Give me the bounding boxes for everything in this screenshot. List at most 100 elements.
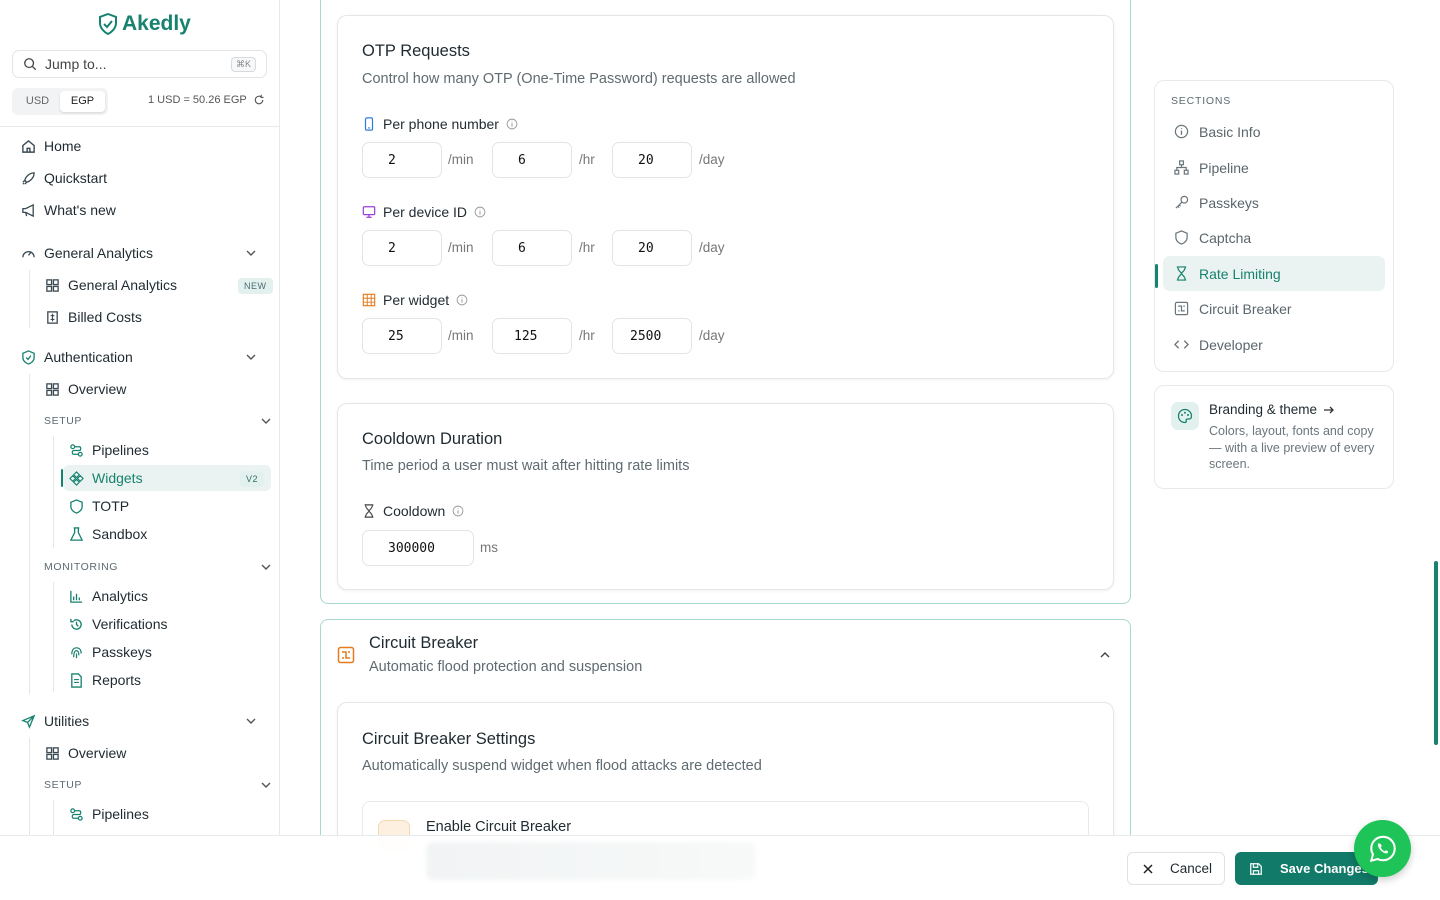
chevron-up-icon[interactable] <box>1099 649 1111 661</box>
nav-tree-line <box>29 270 30 328</box>
nav-pipelines[interactable]: Pipelines <box>69 437 269 463</box>
dashboard-icon <box>46 382 59 396</box>
currency-usd[interactable]: USD <box>15 91 60 112</box>
brand-logo[interactable]: Akedly <box>98 12 191 36</box>
field-label-device: Per device ID <box>362 204 486 220</box>
branding-title-text: Branding & theme <box>1209 402 1318 417</box>
nav-utilities-overview[interactable]: Overview <box>45 740 275 766</box>
nav-tree-line <box>29 374 30 694</box>
nav-group-general-analytics[interactable]: General Analytics <box>21 240 271 266</box>
section-link-label: Captcha <box>1199 229 1252 246</box>
section-link-circuit-breaker[interactable]: Circuit Breaker <box>1163 291 1385 326</box>
section-link-label: Passkeys <box>1199 194 1259 211</box>
nav-group-authentication[interactable]: Authentication <box>21 344 271 370</box>
shield-check-icon <box>99 13 117 35</box>
cooldown-input[interactable]: 300000 <box>362 530 474 566</box>
chevron-down-icon <box>246 718 256 724</box>
device-per-hr-input[interactable]: 6 <box>492 230 572 266</box>
flask-icon <box>69 526 84 541</box>
shortcut-hint: ⌘K <box>230 56 256 72</box>
phone-per-day-input[interactable]: 20 <box>612 142 692 178</box>
unit-label: ms <box>480 540 498 555</box>
exchange-rate-text: 1 USD = 50.26 EGP <box>148 94 247 106</box>
exchange-rate: 1 USD = 50.26 EGP <box>148 94 265 106</box>
widget-per-min-input[interactable]: 25 <box>362 318 442 354</box>
phone-per-hr-input[interactable]: 6 <box>492 142 572 178</box>
smartphone-icon <box>364 117 374 131</box>
refresh-icon[interactable] <box>253 94 265 106</box>
save-label: Save Changes <box>1280 861 1369 876</box>
unit-label: /min <box>448 152 474 167</box>
info-icon[interactable] <box>506 118 518 130</box>
shield-check-icon <box>22 349 35 365</box>
cancel-label: Cancel <box>1170 861 1213 876</box>
widget-per-day-input[interactable]: 2500 <box>612 318 692 354</box>
currency-egp[interactable]: EGP <box>60 91 105 112</box>
pipeline-icon <box>70 807 83 821</box>
chevron-down-icon[interactable] <box>260 415 272 427</box>
section-link-developer[interactable]: Developer <box>1163 327 1385 362</box>
nav-group-label: Utilities <box>44 713 90 729</box>
nav-label: Pipelines <box>92 806 149 822</box>
section-link-pipeline[interactable]: Pipeline <box>1163 150 1385 185</box>
info-icon[interactable] <box>474 206 486 218</box>
cancel-button[interactable]: Cancel <box>1127 852 1225 885</box>
section-link-rate-limiting[interactable]: Rate Limiting <box>1163 256 1385 291</box>
unit-label: /day <box>699 240 725 255</box>
chevron-down-icon[interactable] <box>260 561 272 573</box>
nav-label: Reports <box>92 672 142 688</box>
key-icon <box>1175 195 1189 209</box>
send-icon <box>21 714 36 729</box>
nav-label: Analytics <box>92 588 149 604</box>
widget-per-hr-input[interactable]: 125 <box>492 318 572 354</box>
info-icon[interactable] <box>452 505 464 517</box>
unit-label: /hr <box>579 240 595 255</box>
info-icon[interactable] <box>456 294 468 306</box>
nav-tree-line <box>53 800 54 840</box>
device-per-day-input[interactable]: 20 <box>612 230 692 266</box>
nav-label: Widgets <box>92 470 143 486</box>
grid-icon <box>362 293 376 307</box>
nav-group-utilities[interactable]: Utilities <box>21 708 271 734</box>
nav-home[interactable]: Home <box>21 133 271 159</box>
sections-heading: SECTIONS <box>1171 95 1232 107</box>
nav-passkeys[interactable]: Passkeys <box>69 639 269 665</box>
section-link-label: Basic Info <box>1199 123 1261 140</box>
code-icon <box>1174 340 1189 349</box>
palette-icon-tile <box>1171 402 1199 430</box>
device-per-min-input[interactable]: 2 <box>362 230 442 266</box>
nav-billed-costs[interactable]: Billed Costs <box>45 304 275 330</box>
nav-group-label: Authentication <box>44 349 133 365</box>
sidebar-divider <box>0 126 280 127</box>
nav-auth-overview[interactable]: Overview <box>45 376 275 402</box>
nav-sandbox[interactable]: Sandbox <box>69 521 269 547</box>
chevron-down-icon[interactable] <box>260 779 272 791</box>
blurred-content <box>426 842 756 880</box>
section-link-basic-info[interactable]: Basic Info <box>1163 114 1385 149</box>
nav-reports[interactable]: Reports <box>69 667 269 693</box>
nav-tree-line <box>53 582 54 692</box>
field-label-widget: Per widget <box>362 292 468 308</box>
whatsapp-chat-button[interactable] <box>1354 820 1411 877</box>
nav-totp[interactable]: TOTP <box>69 493 269 519</box>
nav-tree-line <box>29 738 30 838</box>
info-icon <box>1174 124 1189 139</box>
nav-label: Passkeys <box>92 644 152 660</box>
nav-utilities-pipelines[interactable]: Pipelines <box>69 801 269 827</box>
nav-subheading-setup: SETUP <box>44 415 83 427</box>
nav-analytics[interactable]: Analytics <box>69 583 269 609</box>
nav-quickstart[interactable]: Quickstart <box>21 165 271 191</box>
chevron-down-icon <box>246 354 256 360</box>
section-link-captcha[interactable]: Captcha <box>1163 220 1385 255</box>
nav-whats-new[interactable]: What's new <box>21 197 271 223</box>
branding-description: Colors, layout, fonts and copy — with a … <box>1209 424 1375 471</box>
history-icon <box>70 618 82 630</box>
phone-per-min-input[interactable]: 2 <box>362 142 442 178</box>
section-link-passkeys[interactable]: Passkeys <box>1163 185 1385 220</box>
fingerprint-icon <box>71 646 82 658</box>
nav-verifications[interactable]: Verifications <box>69 611 269 637</box>
jump-to-search[interactable]: Jump to... ⌘K <box>12 50 267 78</box>
scrollbar-thumb[interactable] <box>1434 561 1438 745</box>
palette-icon <box>1177 408 1193 424</box>
nav-tree-line <box>53 436 54 548</box>
